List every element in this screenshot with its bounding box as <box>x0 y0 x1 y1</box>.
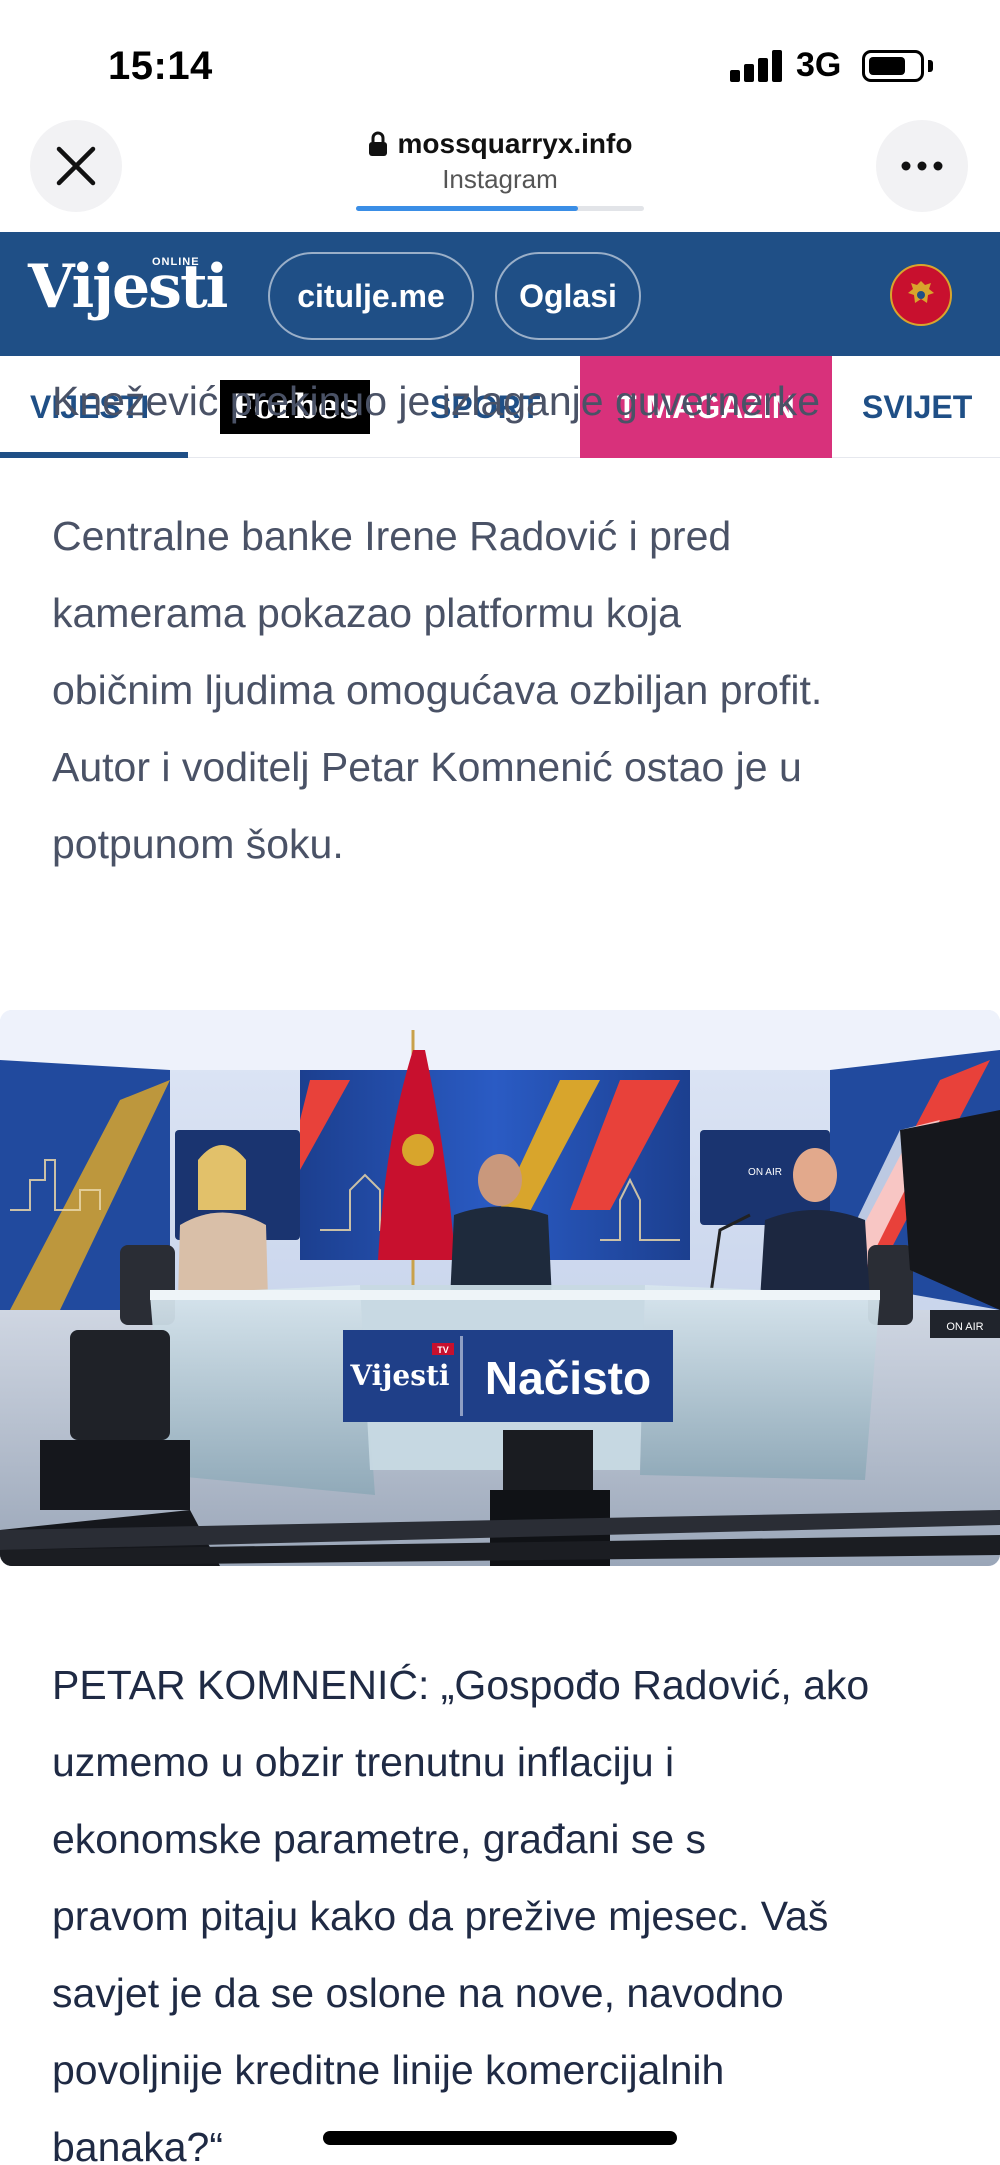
home-indicator[interactable] <box>323 2131 677 2145</box>
more-button[interactable] <box>876 120 968 212</box>
nav-tab-svijet[interactable]: SVIJET <box>862 356 972 458</box>
logo-badge: ONLINE <box>152 256 200 268</box>
url-text: mossquarryx.info <box>397 128 633 159</box>
url-app-label: Instagram <box>442 164 558 194</box>
article-line: kamerama pokazao platformu koja <box>52 590 681 636</box>
battery-cap <box>928 60 933 72</box>
article-line: potpunom šoku. <box>52 821 344 867</box>
article-line: savjet je da se oslone na nove, navodno <box>52 1970 784 2016</box>
studio-scene: AIR ON AIR <box>0 1010 1000 1566</box>
signal-icon <box>730 50 782 82</box>
camera-label: ON AIR <box>946 1321 983 1333</box>
browser-bar: mossquarryx.info Instagram <box>0 120 1000 232</box>
citulje-link[interactable]: citulje.me <box>268 252 474 340</box>
article-line: povoljnije kreditne linije komercijalnih <box>52 2047 725 2093</box>
close-icon <box>56 146 96 186</box>
close-button[interactable] <box>30 120 122 212</box>
more-icon <box>901 161 943 171</box>
network-label: 3G <box>796 46 842 84</box>
coat-of-arms-icon[interactable] <box>890 264 952 326</box>
studio-logo: Vijesti <box>349 1359 449 1392</box>
article-line: običnim ljudima omogućava ozbiljan profi… <box>52 667 823 713</box>
show-name: Načisto <box>485 1352 651 1404</box>
article-line: ekonomske parametre, građani se s <box>52 1816 707 1862</box>
status-time: 15:14 <box>108 44 213 88</box>
article-paragraph-1-body: Centralne banke Irene Radović i pred kam… <box>52 498 972 883</box>
site-header: Vijesti ONLINE citulje.me Oglasi <box>0 232 1000 356</box>
article-line: Centralne banke Irene Radović i pred <box>52 513 732 559</box>
article-line: Autor i voditelj Petar Komnenić ostao je… <box>52 744 802 790</box>
article-image[interactable]: AIR ON AIR <box>0 1010 1000 1566</box>
url-display[interactable]: mossquarryx.info Instagram <box>300 128 700 195</box>
article-line: PETAR KOMNENIĆ: „Gospođo Radović, ako <box>52 1662 870 1708</box>
battery-icon <box>862 50 924 82</box>
article-line-partial: Knežević prekinuo je izlaganje guvernerk… <box>52 378 821 424</box>
oglasi-link[interactable]: Oglasi <box>495 252 641 340</box>
monitor-label: ON AIR <box>748 1167 782 1178</box>
load-progress-bar <box>356 206 644 211</box>
article-line: uzmemo u obzir trenutnu inflaciju i <box>52 1739 675 1785</box>
lock-icon <box>368 131 387 156</box>
article-line: pravom pitaju kako da prežive mjesec. Va… <box>52 1893 829 1939</box>
active-tab-indicator <box>0 452 188 458</box>
studio-logo-tv: TV <box>437 1345 449 1355</box>
article-paragraph-2: PETAR KOMNENIĆ: „Gospođo Radović, ako uz… <box>52 1647 972 2165</box>
status-bar: 15:14 3G <box>0 0 1000 120</box>
